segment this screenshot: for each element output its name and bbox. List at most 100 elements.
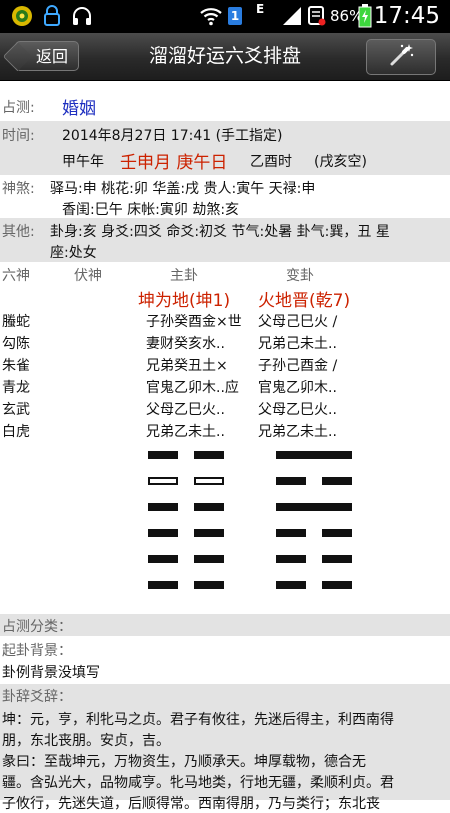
signal-icon [280, 5, 304, 27]
other-line2: 座:处女 [50, 245, 97, 261]
row-liushen: 勾陈 [2, 336, 30, 352]
main-hexagram-yin-segment [194, 451, 224, 459]
changed-hexagram-yin-segment [322, 555, 352, 563]
row-changed: 官鬼乙卯木.. [258, 380, 337, 396]
ganzhi-year: 甲午年 [62, 154, 104, 170]
main-hexagram-moving-yin-segment [194, 477, 224, 485]
ganzhi-month-day: 壬申月 庚午日 [120, 153, 228, 173]
shensha-line1: 驿马:申 桃花:卯 华盖:戌 贵人:寅午 天禄:申 [50, 181, 316, 197]
background-value-row: 卦例背景没填写 [0, 661, 450, 683]
clock: 17:45 [373, 3, 440, 29]
category-label: 占测分类： [2, 619, 72, 635]
main-hexagram-yin-segment [194, 581, 224, 589]
table-row: 螣蛇 子孙癸酉金×世 父母己巳火 / [0, 310, 450, 332]
header-main-gua: 主卦 [170, 268, 198, 284]
changed-hexagram-yang-line [276, 451, 352, 459]
guaci-p1-line1: 坤：元，亨，利牝马之贞。君子有攸往，先迷后得主，利西南得 [2, 712, 394, 728]
header-fushen: 伏神 [74, 268, 102, 284]
guaci-block: 卦辞爻辞： 坤：元，亨，利牝马之贞。君子有攸往，先迷后得主，利西南得 朋，东北丧… [0, 684, 450, 812]
changed-hexagram-yin-segment [276, 555, 306, 563]
lock-icon [40, 5, 64, 27]
row-liushen: 玄武 [2, 402, 30, 418]
wifi-icon [198, 5, 224, 27]
topic-row: 占测: 婚姻 [0, 93, 450, 119]
shensha-line2: 香闺:巳午 床帐:寅卯 劫煞:亥 [62, 202, 240, 218]
title-bar: 溜溜好运六爻排盘 返回 [0, 33, 450, 81]
other-block: 其他: 卦身:亥 身爻:四爻 命爻:初爻 节气:处暑 卦气:巽，丑 星 座:处女 [0, 218, 450, 262]
magic-wand-button[interactable] [366, 39, 436, 75]
shensha-block: 神煞: 驿马:申 桃花:卯 华盖:戌 贵人:寅午 天禄:申 香闺:巳午 床帐:寅… [0, 175, 450, 218]
background-label-row: 起卦背景： [0, 638, 450, 660]
main-hexagram-yin-segment [194, 555, 224, 563]
battery-icon [356, 4, 374, 28]
table-row: 朱雀 兄弟癸丑土× 子孙己酉金 / [0, 354, 450, 376]
changed-hexagram-yin-segment [322, 581, 352, 589]
time-value: 2014年8月27日 17:41 (手工指定) [62, 128, 283, 144]
main-hexagram-yin-segment [148, 451, 178, 459]
topic-label: 占测: [2, 100, 35, 116]
table-row: 勾陈 妻财癸亥水.. 兄弟己未土.. [0, 332, 450, 354]
row-liushen: 白虎 [2, 424, 30, 440]
status-bar: 1 E 86% 17:45 [0, 0, 450, 33]
ganzhi-hour: 乙酉时 [250, 154, 292, 170]
magic-wand-icon [387, 42, 415, 72]
shensha-label: 神煞: [2, 181, 35, 197]
table-header: 六神 伏神 主卦 变卦 [0, 262, 450, 288]
table-row: 玄武 父母乙巳火.. 父母乙巳火.. [0, 398, 450, 420]
main-hexagram-yin-segment [148, 581, 178, 589]
time-label: 时间: [2, 128, 35, 144]
row-liushen: 青龙 [2, 380, 30, 396]
content-area: 占测: 婚姻 时间: 2014年8月27日 17:41 (手工指定) 甲午年 壬… [0, 81, 450, 812]
main-hexagram-yin-segment [148, 529, 178, 537]
sim-badge: 1 [230, 9, 240, 23]
row-main: 兄弟乙未土.. [146, 424, 225, 440]
guaci-label: 卦辞爻辞： [2, 689, 72, 705]
main-gua-name: 坤为地(坤1) [138, 291, 231, 311]
row-changed: 子孙己酉金 / [258, 358, 338, 374]
row-main: 官鬼乙卯木..应 [146, 380, 239, 396]
row-changed: 兄弟己未土.. [258, 336, 337, 352]
headphones-icon [70, 5, 94, 27]
main-hexagram-yin-segment [194, 529, 224, 537]
topic-value: 婚姻 [62, 99, 96, 119]
row-changed: 父母乙巳火.. [258, 402, 337, 418]
app-icon [10, 5, 34, 27]
hexagram-figure [0, 447, 450, 597]
changed-hexagram-yin-segment [276, 529, 306, 537]
row-main: 子孙癸酉金×世 [146, 314, 242, 330]
yao-rows: 螣蛇 子孙癸酉金×世 父母己巳火 / 勾陈 妻财癸亥水.. 兄弟己未土.. 朱雀… [0, 310, 450, 442]
changed-hexagram-yang-line [276, 503, 352, 511]
main-hexagram-moving-yin-segment [148, 477, 178, 485]
sms-icon [306, 5, 328, 27]
row-liushen: 螣蛇 [2, 314, 30, 330]
time-block: 时间: 2014年8月27日 17:41 (手工指定) 甲午年 壬申月 庚午日 … [0, 121, 450, 175]
header-changed-gua: 变卦 [286, 268, 314, 284]
gua-names: 坤为地(坤1) 火地晋(乾7) [0, 286, 450, 312]
row-main: 妻财癸亥水.. [146, 336, 225, 352]
background-value: 卦例背景没填写 [2, 665, 100, 681]
guaci-p2-line2: 疆。含弘光大，品物咸亨。牝马地类，行地无疆，柔顺利贞。君 [2, 775, 394, 791]
row-changed: 父母己巳火 / [258, 314, 338, 330]
row-liushen: 朱雀 [2, 358, 30, 374]
network-type: E [256, 2, 265, 16]
row-main: 父母乙巳火.. [146, 402, 225, 418]
header-liushen: 六神 [2, 268, 30, 284]
guaci-p2-line3: 子攸行，先迷失道，后顺得常。西南得朋，乃与类行；东北丧 [2, 796, 380, 812]
background-label: 起卦背景： [2, 643, 72, 659]
sim-icon: 1 [226, 5, 244, 27]
table-row: 白虎 兄弟乙未土.. 兄弟乙未土.. [0, 420, 450, 442]
changed-hexagram-yin-segment [322, 477, 352, 485]
category-row: 占测分类： [0, 614, 450, 636]
changed-gua-name: 火地晋(乾7) [258, 291, 351, 311]
guaci-p1-line2: 朋，东北丧朋。安贞，吉。 [2, 733, 170, 749]
changed-hexagram-yin-segment [322, 529, 352, 537]
row-main: 兄弟癸丑土× [146, 358, 228, 374]
guaci-p2-line1: 彖曰：至哉坤元，万物资生，乃顺承天。坤厚载物，德合无 [2, 754, 366, 770]
main-hexagram-yin-segment [194, 503, 224, 511]
other-line1: 卦身:亥 身爻:四爻 命爻:初爻 节气:处暑 卦气:巽，丑 星 [50, 224, 390, 240]
table-row: 青龙 官鬼乙卯木..应 官鬼乙卯木.. [0, 376, 450, 398]
changed-hexagram-yin-segment [276, 581, 306, 589]
back-button[interactable]: 返回 [15, 41, 79, 71]
main-hexagram-yin-segment [148, 555, 178, 563]
changed-hexagram-yin-segment [276, 477, 306, 485]
